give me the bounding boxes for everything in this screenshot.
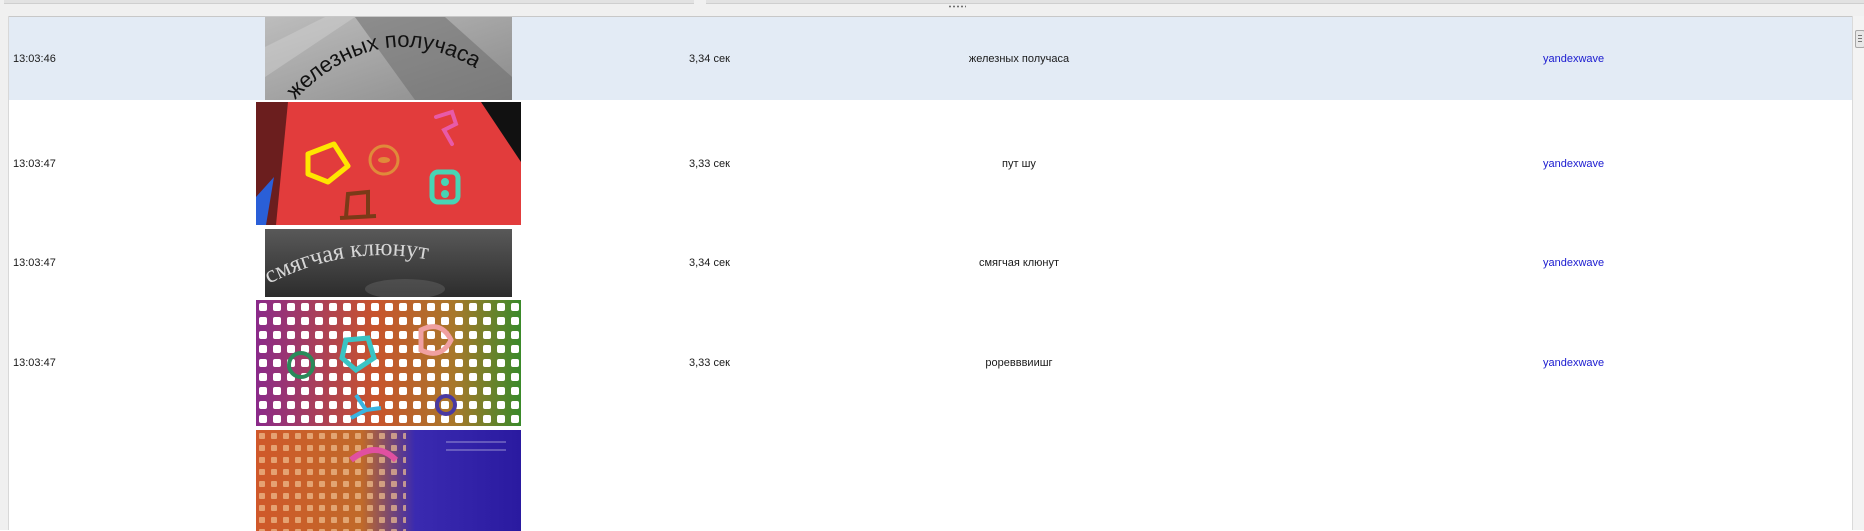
list-row[interactable] xyxy=(9,428,1852,531)
time-cell: 13:03:47 xyxy=(13,357,56,369)
duration-cell: 3,34 сек xyxy=(689,256,730,269)
time-cell: 13:03:47 xyxy=(13,256,56,269)
vertical-scrollbar[interactable] xyxy=(1852,16,1864,530)
answer-cell: роревввиишг xyxy=(985,357,1053,369)
time-cell: 13:03:46 xyxy=(13,52,56,65)
source-link[interactable]: yandexwave xyxy=(1543,158,1604,170)
list-row[interactable]: 13:03:47 3,33 сек роревввиишг yandexwave xyxy=(9,298,1852,428)
list-row[interactable]: 13:03:47 смягчая клюнут 3,34 сек смягчая… xyxy=(9,227,1852,298)
tab-left[interactable] xyxy=(4,0,694,4)
answer-cell: смягчая клюнут xyxy=(978,256,1060,269)
splitter-grip-icon[interactable] xyxy=(948,5,966,8)
answer-cell: железных получаса xyxy=(968,52,1070,65)
results-list[interactable]: 13:03:46 железных получаса 3,34 сек желе… xyxy=(9,16,1852,531)
source-link[interactable]: yandexwave xyxy=(1543,257,1604,269)
captcha-image-dotted-symbols xyxy=(256,300,521,426)
duration-cell: 3,34 сек xyxy=(689,52,730,65)
duration-cell: 3,33 сек xyxy=(689,157,730,170)
list-row[interactable]: 13:03:46 железных получаса 3,34 сек желе… xyxy=(9,17,1852,100)
list-row[interactable]: 13:03:47 3,33 сек пут шу yandexwave xyxy=(9,100,1852,227)
captcha-image-arched-text: железных получаса xyxy=(265,17,512,100)
captcha-image-arched-text-dark: смягчая клюнут xyxy=(265,229,512,297)
toolbar-strip xyxy=(0,0,1864,16)
tab-right[interactable] xyxy=(706,0,1864,4)
captcha-image-symbol-shapes xyxy=(256,102,521,225)
source-link[interactable]: yandexwave xyxy=(1543,357,1604,369)
answer-cell: пут шу xyxy=(1002,157,1036,170)
time-cell: 13:03:47 xyxy=(13,157,56,170)
duration-cell: 3,33 сек xyxy=(689,357,730,369)
source-link[interactable]: yandexwave xyxy=(1543,53,1604,65)
captcha-image-partial xyxy=(256,430,521,531)
left-pane-edge xyxy=(0,16,9,530)
scrollbar-thumb[interactable] xyxy=(1855,30,1864,48)
